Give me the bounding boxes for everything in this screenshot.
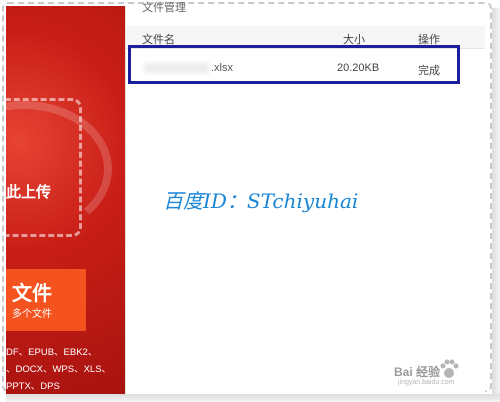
add-file-subtitle: 多个文件 [12, 309, 52, 320]
baidu-logo-subtitle: jingyan.baidu.com [398, 379, 455, 386]
highlight-box [128, 45, 460, 84]
frame-shadow-right [492, 8, 500, 402]
add-file-title: 文件 [12, 283, 52, 305]
screenshot-frame: 此上传 文件 多个文件 DF、EPUB、EBK2、 、DOCX、WPS、XLS、… [0, 0, 500, 402]
file-manager-title: 文件管理 [142, 2, 186, 14]
supported-formats: DF、EPUB、EBK2、 、DOCX、WPS、XLS、 PPTX、DPS [6, 344, 125, 394]
formats-line: DF、EPUB、EBK2、 [6, 347, 98, 358]
baidu-jingyan-logo: Bai 经验 jingyan.baidu.com [384, 353, 484, 389]
drop-zone[interactable] [6, 98, 82, 237]
upload-label: 此上传 [6, 184, 52, 201]
baidu-logo-text: Bai 经验 [394, 365, 441, 379]
upload-panel: 此上传 文件 多个文件 DF、EPUB、EBK2、 、DOCX、WPS、XLS、… [6, 6, 125, 394]
frame-shadow-bottom [6, 394, 500, 402]
formats-line: 、DOCX、WPS、XLS、 [6, 364, 112, 375]
add-file-button[interactable]: 文件 多个文件 [6, 269, 86, 331]
formats-line: PPTX、DPS [6, 381, 60, 392]
watermark-id: 百度ID：STchiyuhai [163, 189, 359, 213]
